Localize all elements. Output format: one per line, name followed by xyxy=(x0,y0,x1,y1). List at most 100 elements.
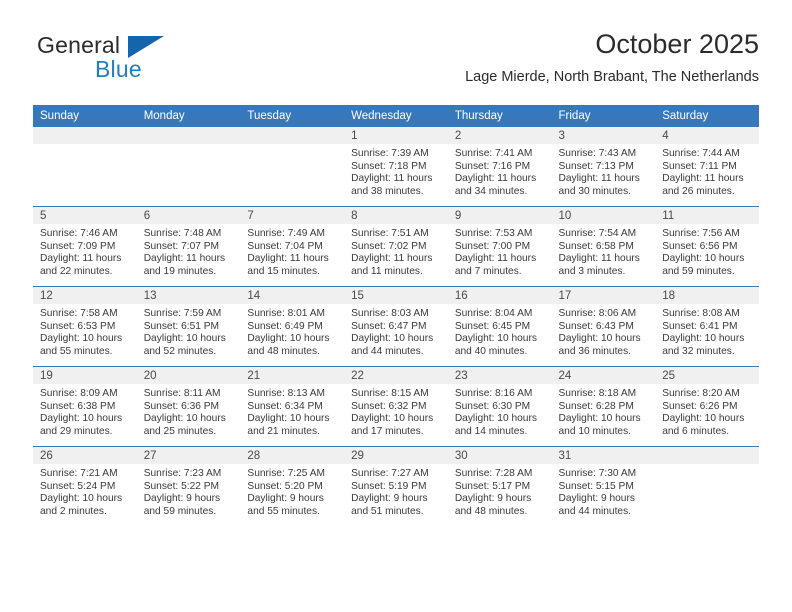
day-number: 20 xyxy=(136,367,241,384)
calendar-day-cell[interactable]: 4 Sunrise: 7:44 AM Sunset: 7:11 PM Daylight… xyxy=(655,127,759,207)
day-detail-line: Sunset: 7:16 PM xyxy=(454,160,531,172)
weekday-header-saturday: Saturday xyxy=(655,105,759,127)
calendar-day-cell[interactable]: 9 Sunrise: 7:53 AM Sunset: 7:00 PM Daylight… xyxy=(447,206,552,287)
day-detail-line: Sunrise: 7:28 AM xyxy=(454,468,533,479)
calendar-day-cell[interactable]: 2 Sunrise: 7:41 AM Sunset: 7:16 PM Daylight… xyxy=(447,127,552,207)
calendar-day-cell[interactable]: 7 Sunrise: 7:49 AM Sunset: 7:04 PM Daylight… xyxy=(240,206,345,287)
calendar-day-cell[interactable]: 16 Sunrise: 8:04 AM Sunset: 6:45 PM Dayligh… xyxy=(447,286,552,367)
day-detail-line: and 29 minutes. xyxy=(40,425,113,437)
day-detail-line: Sunrise: 8:08 AM xyxy=(662,308,740,319)
calendar-day-cell-empty xyxy=(240,127,345,207)
day-detail-line: Sunrise: 8:09 AM xyxy=(40,388,118,399)
day-detail-line: Sunrise: 7:44 AM xyxy=(662,148,740,159)
day-details xyxy=(655,464,759,469)
calendar-day-cell[interactable]: 11 Sunrise: 7:56 AM Sunset: 6:56 PM Dayligh… xyxy=(655,206,759,287)
day-detail-line: and 17 minutes. xyxy=(351,425,424,437)
day-number: 2 xyxy=(447,127,552,144)
calendar-day-cell[interactable]: 1 Sunrise: 7:39 AM Sunset: 7:18 PM Daylight… xyxy=(344,127,448,207)
calendar-day-cell[interactable]: 31 Sunrise: 7:30 AM Sunset: 5:15 PM Dayligh… xyxy=(551,446,656,526)
day-detail-line: Daylight: 11 hours xyxy=(40,253,122,265)
calendar-day-cell[interactable]: 26 Sunrise: 7:21 AM Sunset: 5:24 PM Dayligh… xyxy=(33,446,137,526)
calendar-day-cell[interactable]: 3 Sunrise: 7:43 AM Sunset: 7:13 PM Daylight… xyxy=(551,127,656,207)
day-number: 14 xyxy=(240,287,345,304)
day-detail-line: Daylight: 11 hours xyxy=(558,173,640,185)
day-detail-line: Sunset: 6:28 PM xyxy=(558,400,634,412)
day-detail-line: Sunrise: 7:51 AM xyxy=(351,228,429,239)
calendar-day-cell[interactable]: 12 Sunrise: 7:58 AM Sunset: 6:53 PM Dayligh… xyxy=(33,286,137,367)
day-detail-line: Sunset: 5:19 PM xyxy=(351,480,427,492)
day-detail-line: and 40 minutes. xyxy=(454,345,528,357)
calendar-day-cell[interactable]: 6 Sunrise: 7:48 AM Sunset: 7:07 PM Daylight… xyxy=(136,206,241,287)
day-detail-line: Sunrise: 7:21 AM xyxy=(40,468,118,479)
day-number: 23 xyxy=(447,367,552,384)
day-detail-line: Sunset: 5:20 PM xyxy=(247,480,323,492)
day-details: Sunrise: 7:54 AM Sunset: 6:58 PM Daylight:… xyxy=(552,224,656,278)
day-detail-line: and 25 minutes. xyxy=(143,425,217,437)
day-details: Sunrise: 7:30 AM Sunset: 5:15 PM Daylight:… xyxy=(552,464,656,518)
calendar-day-cell[interactable]: 29 Sunrise: 7:27 AM Sunset: 5:19 PM Dayligh… xyxy=(344,446,448,526)
calendar-day-cell[interactable]: 25 Sunrise: 8:20 AM Sunset: 6:26 PM Dayligh… xyxy=(655,366,759,447)
day-detail-line: Daylight: 10 hours xyxy=(40,493,123,505)
day-detail-line: Daylight: 11 hours xyxy=(558,253,640,265)
calendar-day-cell[interactable]: 15 Sunrise: 8:03 AM Sunset: 6:47 PM Dayligh… xyxy=(344,286,448,367)
day-detail-line: Sunrise: 7:54 AM xyxy=(558,228,637,239)
day-detail-line: Sunset: 6:43 PM xyxy=(558,320,634,332)
day-detail-line: Daylight: 10 hours xyxy=(558,413,641,425)
day-detail-line: Sunset: 6:45 PM xyxy=(454,320,531,332)
day-detail-line: and 15 minutes. xyxy=(247,265,320,277)
day-details: Sunrise: 8:20 AM Sunset: 6:26 PM Daylight:… xyxy=(655,384,759,438)
calendar-day-cell[interactable]: 8 Sunrise: 7:51 AM Sunset: 7:02 PM Daylight… xyxy=(344,206,448,287)
day-detail-line: Sunset: 6:51 PM xyxy=(143,320,220,332)
day-detail-line: Sunset: 6:30 PM xyxy=(454,400,531,412)
day-details: Sunrise: 7:46 AM Sunset: 7:09 PM Daylight:… xyxy=(33,224,137,278)
day-detail-line: Sunrise: 7:59 AM xyxy=(143,308,222,319)
day-number: 30 xyxy=(447,447,552,464)
calendar-day-cell[interactable]: 14 Sunrise: 8:01 AM Sunset: 6:49 PM Dayligh… xyxy=(240,286,345,367)
weekday-header-sunday: Sunday xyxy=(33,105,137,127)
calendar-day-cell[interactable]: 23 Sunrise: 8:16 AM Sunset: 6:30 PM Dayligh… xyxy=(447,366,552,447)
title-block: October 2025 Lage Mierde, North Brabant,… xyxy=(465,28,759,86)
day-number: 25 xyxy=(655,367,759,384)
day-detail-line: Daylight: 9 hours xyxy=(247,493,324,505)
location-subtitle: Lage Mierde, North Brabant, The Netherla… xyxy=(465,69,759,85)
day-detail-line: Daylight: 10 hours xyxy=(558,333,641,345)
calendar-day-cell[interactable]: 20 Sunrise: 8:11 AM Sunset: 6:36 PM Dayligh… xyxy=(136,366,241,447)
calendar-day-cell[interactable]: 22 Sunrise: 8:15 AM Sunset: 6:32 PM Dayligh… xyxy=(344,366,448,447)
day-detail-line: Sunset: 7:07 PM xyxy=(143,240,220,252)
day-detail-line: and 44 minutes. xyxy=(351,345,424,357)
day-detail-line: and 21 minutes. xyxy=(247,425,320,437)
calendar-day-cell[interactable]: 30 Sunrise: 7:28 AM Sunset: 5:17 PM Dayligh… xyxy=(447,446,552,526)
day-detail-line: Daylight: 9 hours xyxy=(351,493,428,505)
brand-name-blue: Blue xyxy=(95,56,142,82)
day-number: 21 xyxy=(240,367,345,384)
calendar-day-cell[interactable]: 21 Sunrise: 8:13 AM Sunset: 6:34 PM Dayligh… xyxy=(240,366,345,447)
day-detail-line: and 55 minutes. xyxy=(40,345,113,357)
calendar-day-cell[interactable]: 27 Sunrise: 7:23 AM Sunset: 5:22 PM Dayligh… xyxy=(136,446,241,526)
calendar-day-cell[interactable]: 17 Sunrise: 8:06 AM Sunset: 6:43 PM Dayligh… xyxy=(551,286,656,367)
calendar-day-cell[interactable]: 13 Sunrise: 7:59 AM Sunset: 6:51 PM Dayligh… xyxy=(136,286,241,367)
day-detail-line: Sunset: 5:17 PM xyxy=(454,480,531,492)
day-details: Sunrise: 7:56 AM Sunset: 6:56 PM Daylight:… xyxy=(655,224,759,278)
calendar-day-cell[interactable]: 18 Sunrise: 8:08 AM Sunset: 6:41 PM Dayligh… xyxy=(655,286,759,367)
day-detail-line: Sunrise: 7:25 AM xyxy=(247,468,325,479)
day-number xyxy=(136,127,241,144)
day-details: Sunrise: 7:48 AM Sunset: 7:07 PM Daylight:… xyxy=(137,224,241,278)
day-details: Sunrise: 8:04 AM Sunset: 6:45 PM Daylight:… xyxy=(448,304,552,358)
blue-triangle-icon xyxy=(128,36,164,58)
calendar-day-cell[interactable]: 5 Sunrise: 7:46 AM Sunset: 7:09 PM Daylight… xyxy=(33,206,137,287)
day-detail-line: and 11 minutes. xyxy=(351,265,423,277)
day-detail-line: Sunset: 7:00 PM xyxy=(454,240,531,252)
day-details: Sunrise: 8:01 AM Sunset: 6:49 PM Daylight:… xyxy=(240,304,344,358)
calendar-day-cell[interactable]: 19 Sunrise: 8:09 AM Sunset: 6:38 PM Dayligh… xyxy=(33,366,137,447)
calendar-day-cell[interactable]: 10 Sunrise: 7:54 AM Sunset: 6:58 PM Dayligh… xyxy=(551,206,656,287)
general-blue-logo[interactable]: General Blue xyxy=(33,28,253,88)
calendar-table: Sunday Monday Tuesday Wednesday Thursday… xyxy=(33,105,759,526)
day-detail-line: Sunset: 6:56 PM xyxy=(662,240,738,252)
day-details: Sunrise: 7:51 AM Sunset: 7:02 PM Daylight:… xyxy=(344,224,448,278)
calendar-day-cell[interactable]: 28 Sunrise: 7:25 AM Sunset: 5:20 PM Dayligh… xyxy=(240,446,345,526)
day-detail-line: Daylight: 10 hours xyxy=(662,413,745,425)
calendar-day-cell[interactable]: 24 Sunrise: 8:18 AM Sunset: 6:28 PM Dayligh… xyxy=(551,366,656,447)
day-details: Sunrise: 7:21 AM Sunset: 5:24 PM Daylight:… xyxy=(33,464,137,518)
day-detail-line: and 3 minutes. xyxy=(558,265,626,277)
day-detail-line: Sunset: 6:47 PM xyxy=(351,320,427,332)
